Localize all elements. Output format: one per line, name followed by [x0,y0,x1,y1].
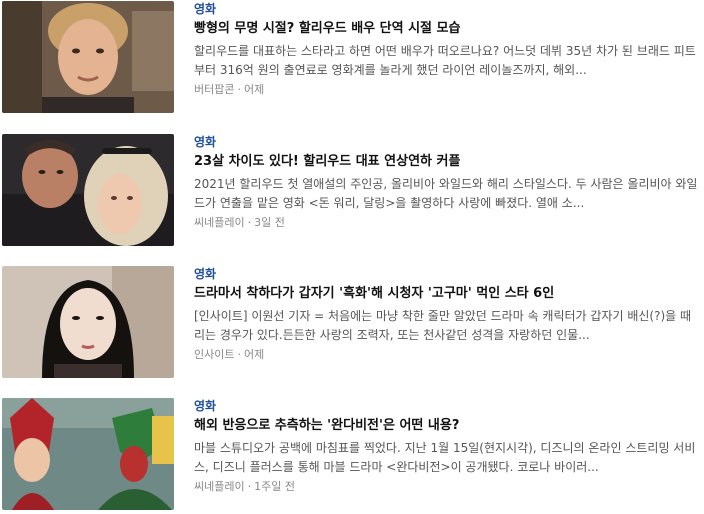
costume-image [2,398,174,510]
article-title[interactable]: 해외 반응으로 추측하는 '완다비전'은 어떤 내용? [194,417,704,435]
source-name: 인사이트 [194,348,235,361]
article-meta: 인사이트 · 어제 [194,347,704,363]
portrait-image [2,1,174,113]
article-thumbnail[interactable] [2,398,174,510]
article-title[interactable]: 23살 차이도 있다! 할리우드 대표 연상연하 커플 [194,153,704,171]
article-thumbnail[interactable] [2,134,174,246]
meta-separator: · [247,216,252,229]
meta-separator: · [237,83,241,96]
article-thumbnail[interactable] [2,1,174,113]
timestamp: 1주일 전 [254,480,295,493]
category-label[interactable]: 영화 [194,134,704,151]
couple-image [2,134,174,246]
category-label[interactable]: 영화 [194,266,704,283]
article-title[interactable]: 드라마서 착하다가 갑자기 '흑화'해 시청자 '고구마' 먹인 스타 6인 [194,285,704,303]
article-summary[interactable]: 할리우드를 대표하는 스타라고 하면 어떤 배우가 떠오르나요? 어느덧 데뷔 … [194,42,700,80]
article-meta: 씨네플레이 · 3일 전 [194,215,704,231]
source-name: 버터팝콘 [194,83,235,96]
meta-separator: · [237,348,241,361]
list-item[interactable]: 영화 23살 차이도 있다! 할리우드 대표 연상연하 커플 2021년 할리우… [0,134,704,250]
article-meta: 버터팝콘 · 어제 [194,82,704,98]
category-label[interactable]: 영화 [194,1,704,18]
article-summary[interactable]: 마블 스튜디오가 공백에 마침표를 찍었다. 지난 1월 15일(현지시각), … [194,439,700,477]
news-feed: 영화 빵형의 무명 시절? 할리우드 배우 단역 시절 모습 할리우드를 대표하… [0,0,704,513]
timestamp: 어제 [243,348,265,361]
source-name: 씨네플레이 [194,480,245,493]
article-title[interactable]: 빵형의 무명 시절? 할리우드 배우 단역 시절 모습 [194,20,704,38]
article-summary[interactable]: [인사이트] 이원선 기자 = 처음에는 마냥 착한 줄만 알았던 드라마 속 … [194,307,700,345]
article-thumbnail[interactable] [2,266,174,378]
actress-image [2,266,174,378]
list-item[interactable]: 영화 빵형의 무명 시절? 할리우드 배우 단역 시절 모습 할리우드를 대표하… [0,1,704,117]
timestamp: 3일 전 [254,216,285,229]
timestamp: 어제 [243,83,265,96]
list-item[interactable]: 영화 드라마서 착하다가 갑자기 '흑화'해 시청자 '고구마' 먹인 스타 6… [0,266,704,382]
article-summary[interactable]: 2021년 할리우드 첫 열애설의 주인공, 올리비아 와일드와 해리 스타일스… [194,175,700,213]
category-label[interactable]: 영화 [194,398,704,415]
article-meta: 씨네플레이 · 1주일 전 [194,479,704,495]
meta-separator: · [247,480,252,493]
source-name: 씨네플레이 [194,216,245,229]
list-item[interactable]: 영화 해외 반응으로 추측하는 '완다비전'은 어떤 내용? 마블 스튜디오가 … [0,398,704,514]
